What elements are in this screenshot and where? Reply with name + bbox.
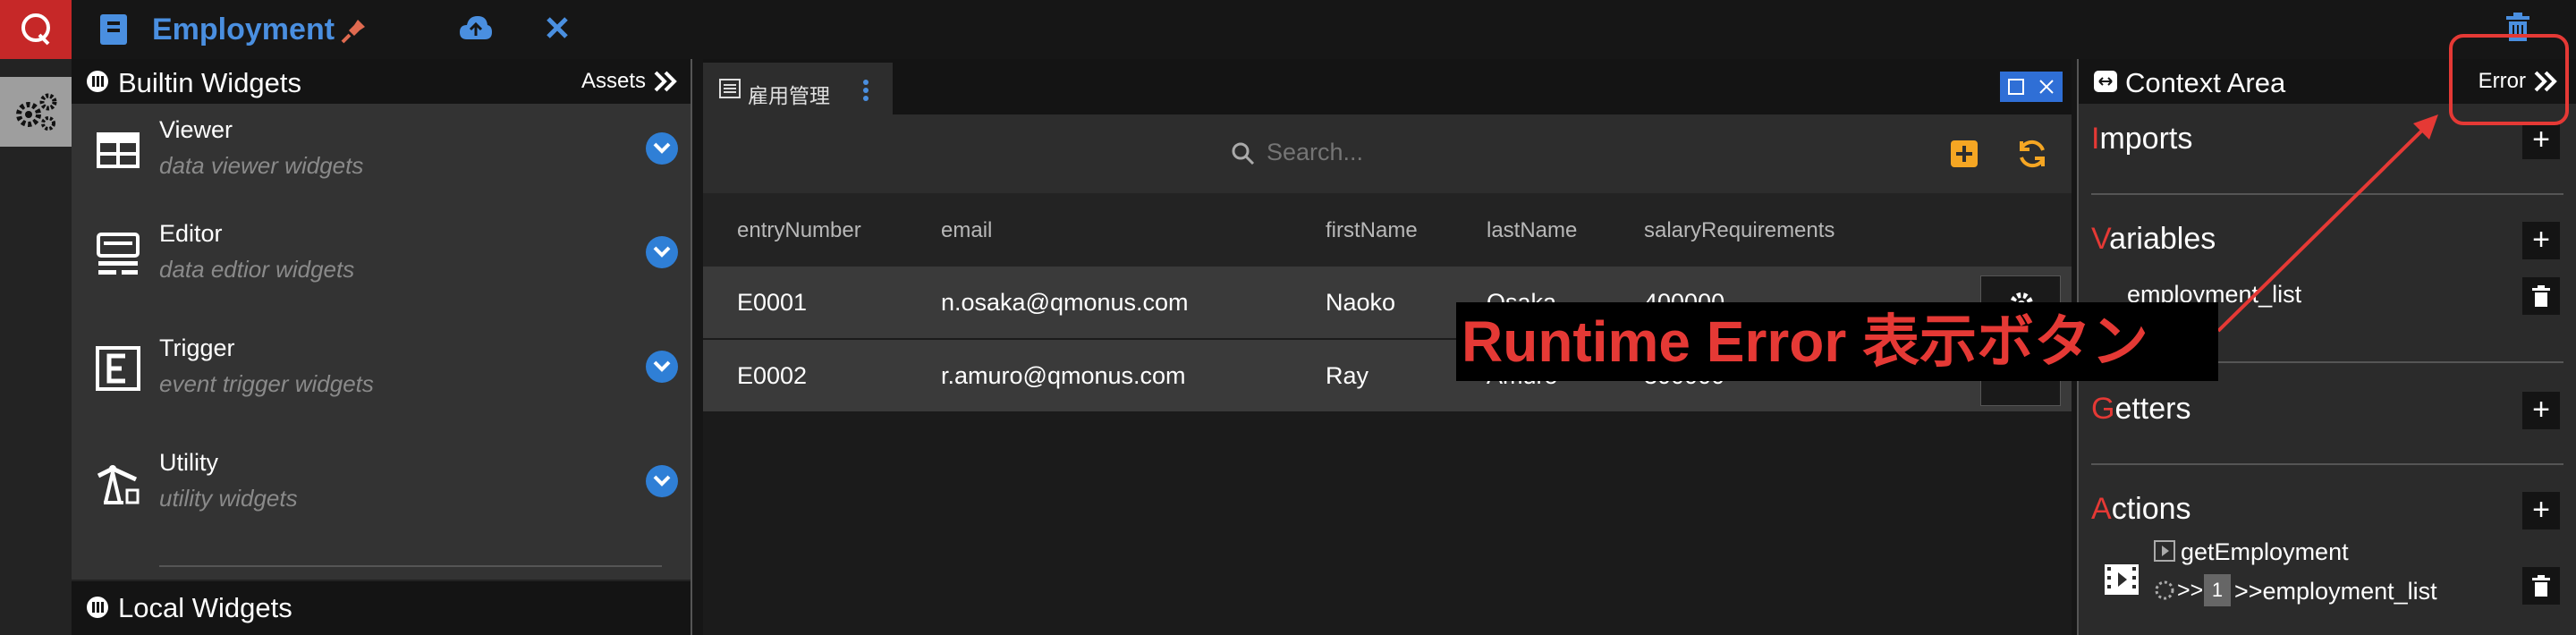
widget-title: Utility: [159, 449, 218, 476]
action-flow-prefix: >>: [2177, 578, 2204, 603]
divider: [159, 565, 662, 567]
chevron-down-icon[interactable]: [646, 465, 678, 497]
chevron-down-icon[interactable]: [646, 351, 678, 383]
add-action-button[interactable]: +: [2522, 492, 2560, 529]
delete-action-button[interactable]: [2522, 567, 2560, 605]
play-square-icon: [2154, 540, 2175, 562]
annotation-callout: Runtime Error 表示ボタン: [1456, 302, 2218, 381]
widget-title: Viewer: [159, 116, 233, 143]
column-header[interactable]: lastName: [1487, 218, 1577, 243]
trash-icon: [2532, 575, 2550, 597]
editor-form-icon: [97, 233, 140, 275]
list-window-icon: [719, 79, 741, 98]
action-target: >>employment_list: [2234, 578, 2437, 605]
close-icon[interactable]: [546, 16, 569, 39]
action-name[interactable]: getEmployment: [2181, 538, 2349, 566]
widget-circle-icon: [87, 71, 108, 92]
settings-gears-icon[interactable]: [0, 77, 72, 147]
section-title: Getters: [2091, 392, 2191, 426]
add-variable-button[interactable]: +: [2522, 222, 2560, 259]
tab-employment-management[interactable]: 雇用管理: [703, 63, 893, 114]
table-cell: E0001: [737, 289, 808, 316]
table-cell: E0002: [737, 362, 808, 389]
spinner-icon: [2155, 580, 2174, 600]
refresh-icon[interactable]: [2016, 138, 2048, 170]
trigger-e-icon: [96, 346, 140, 391]
maximize-icon[interactable]: [2007, 78, 2025, 96]
widget-viewer[interactable]: Viewer data viewer widgets: [72, 106, 691, 204]
window-controls[interactable]: [2000, 72, 2063, 102]
assets-button[interactable]: Assets: [570, 64, 683, 99]
film-icon: [2105, 564, 2139, 595]
widget-subtitle: data edtior widgets: [159, 256, 355, 283]
book-icon: [100, 14, 127, 45]
widget-title: Trigger: [159, 334, 235, 361]
tab-bar: 雇用管理: [703, 59, 2072, 114]
builtin-widgets-header: Builtin Widgets Assets: [72, 59, 691, 104]
builtin-widgets-title: Builtin Widgets: [118, 67, 302, 98]
widget-subtitle: event trigger widgets: [159, 370, 374, 397]
chevron-down-icon[interactable]: [646, 236, 678, 268]
widget-title: Editor: [159, 220, 223, 247]
top-toolbar: Employment: [72, 0, 2576, 59]
table-cell: Naoko: [1326, 289, 1396, 316]
local-widgets-header[interactable]: Local Widgets: [72, 580, 691, 635]
table-cell: n.osaka@qmonus.com: [941, 289, 1189, 316]
section-title: Imports: [2091, 122, 2193, 156]
context-area-title: Context Area: [2125, 67, 2286, 98]
add-import-button[interactable]: +: [2522, 122, 2560, 159]
widget-editor[interactable]: Editor data edtior widgets: [72, 209, 691, 308]
column-header[interactable]: firstName: [1326, 218, 1418, 243]
kebab-menu-icon[interactable]: [862, 79, 869, 102]
delete-variable-button[interactable]: [2522, 277, 2560, 315]
tab-label: 雇用管理: [748, 84, 830, 107]
search-input[interactable]: [1267, 134, 1714, 170]
chevron-down-icon[interactable]: [646, 132, 678, 165]
builtin-widgets-panel: Builtin Widgets Assets Viewer data viewe…: [72, 59, 692, 635]
step-badge: 1: [2204, 574, 2231, 606]
widget-subtitle: utility widgets: [159, 485, 298, 512]
search-bar: [703, 114, 2072, 193]
section-title: Variables: [2091, 222, 2216, 256]
pin-icon[interactable]: [340, 18, 367, 45]
close-icon[interactable]: [2038, 78, 2055, 96]
oil-pump-icon: [97, 465, 140, 504]
table-icon: [97, 132, 140, 168]
annotation-highlight: [2449, 34, 2569, 125]
context-icon: [2094, 71, 2117, 92]
column-header[interactable]: entryNumber: [737, 218, 861, 243]
add-record-icon[interactable]: [1950, 140, 1979, 168]
column-header[interactable]: salaryRequirements: [1644, 218, 1835, 243]
search-icon: [1232, 142, 1255, 165]
widget-subtitle: data viewer widgets: [159, 152, 364, 179]
section-title: Actions: [2091, 492, 2191, 526]
table-header: entryNumber email firstName lastName sal…: [703, 193, 2072, 267]
app-title: Employment: [152, 13, 335, 47]
local-widgets-title: Local Widgets: [118, 592, 292, 623]
double-chevron-right-icon: [654, 71, 677, 92]
annotation-arrow-icon: [2216, 114, 2438, 333]
cloud-upload-icon[interactable]: [458, 14, 494, 43]
add-getter-button[interactable]: +: [2522, 392, 2560, 429]
table-cell: Ray: [1326, 362, 1369, 389]
widget-circle-icon: [87, 597, 108, 618]
widget-trigger[interactable]: Trigger event trigger widgets: [72, 324, 691, 422]
column-header[interactable]: email: [941, 218, 992, 243]
widget-utility[interactable]: Utility utility widgets: [72, 438, 691, 537]
trash-icon: [2532, 285, 2550, 307]
app-logo-icon[interactable]: [0, 0, 72, 59]
table-cell: r.amuro@qmonus.com: [941, 362, 1186, 389]
divider: [2091, 463, 2563, 465]
